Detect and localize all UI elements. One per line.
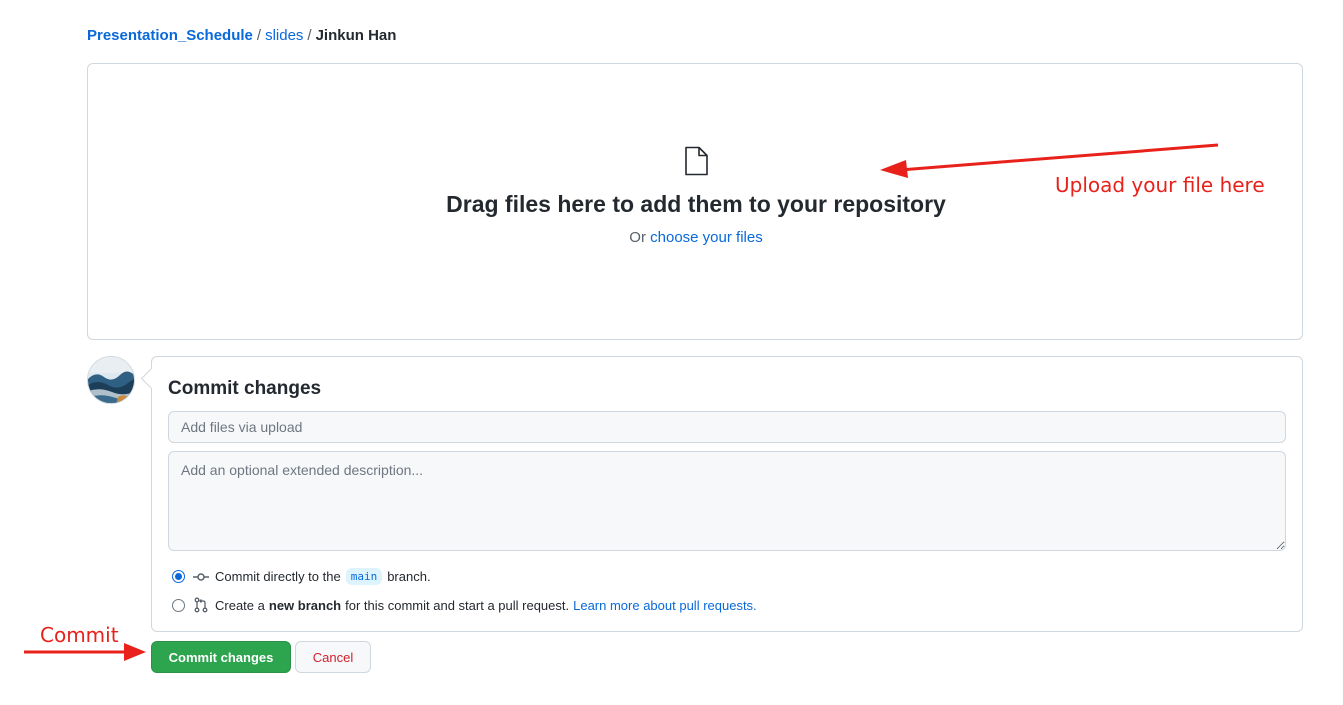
drop-zone-subtitle: Or choose your files [88,229,1304,246]
avatar-image [88,357,134,403]
commit-form: Commit changes Commit directly to the ma… [151,356,1303,632]
new-branch-suffix: for this commit and start a pull request… [345,597,570,613]
cancel-button[interactable]: Cancel [295,641,371,673]
new-branch-bold: new branch [268,597,342,613]
commit-direct-label: Commit directly to the [215,569,341,584]
breadcrumb-separator: / [307,27,312,44]
avatar[interactable] [87,356,135,404]
file-icon [685,146,708,176]
breadcrumb-current: Jinkun Han [315,27,397,44]
commit-changes-button[interactable]: Commit changes [151,641,291,673]
commit-direct-suffix: branch. [387,569,431,584]
commit-form-title: Commit changes [168,378,322,399]
pull-request-icon [194,597,208,613]
file-drop-zone[interactable]: Drag files here to add them to your repo… [87,63,1303,340]
new-branch-option[interactable]: Create a new branch for this commit and … [172,597,757,613]
drop-zone-or: Or [629,229,646,246]
git-commit-icon [193,572,209,581]
commit-arrowhead [124,643,146,661]
commit-annotation-text: Commit [40,623,119,647]
breadcrumb: Presentation_Schedule / slides / Jinkun Han [87,26,396,46]
new-branch-prefix: Create a [215,597,265,613]
branch-name-badge: main [345,568,383,585]
upload-annotation-text: Upload your file here [1055,173,1265,197]
breadcrumb-separator: / [256,27,262,44]
commit-description-input[interactable] [168,451,1286,551]
choose-files-link[interactable]: choose your files [650,229,763,246]
commit-direct-radio[interactable] [172,570,185,583]
commit-direct-option[interactable]: Commit directly to the main branch. [172,568,431,585]
learn-more-pr-link[interactable]: Learn more about pull requests. [573,598,757,613]
upload-page: Presentation_Schedule / slides / Jinkun Han … [0,0,1343,705]
breadcrumb-folder-link[interactable]: slides [265,27,303,44]
breadcrumb-repo-link[interactable]: Presentation_Schedule [87,27,253,44]
new-branch-radio[interactable] [172,598,185,612]
commit-summary-input[interactable] [168,411,1286,443]
